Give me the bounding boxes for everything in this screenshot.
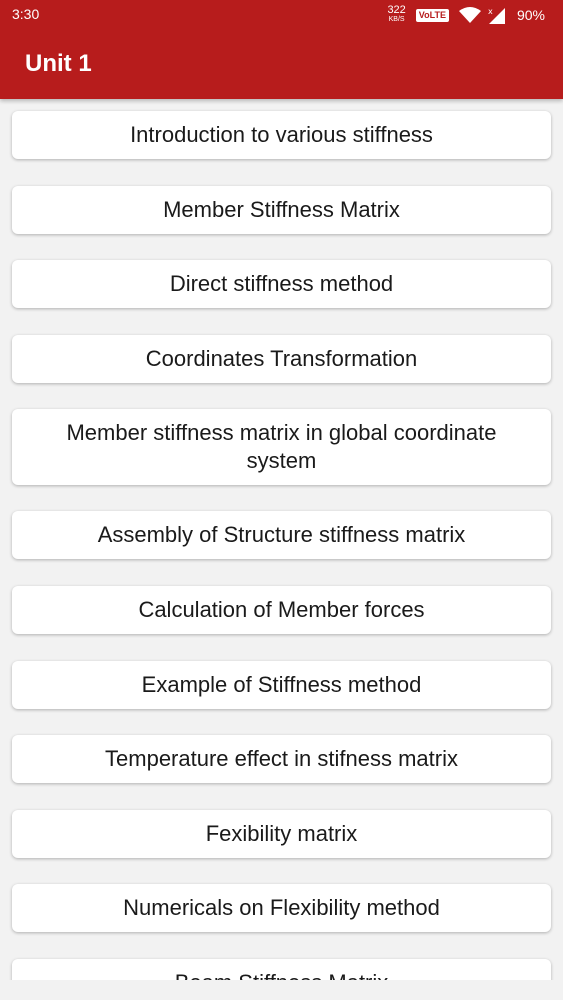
wifi-icon (458, 7, 481, 23)
topic-label: Numericals on Flexibility method (123, 895, 440, 920)
topic-item[interactable]: Calculation of Member forces (12, 586, 551, 634)
bottom-edge (0, 980, 563, 1000)
topic-label: Beam Stiffness Matrix (175, 969, 389, 980)
network-speed-unit: KB/S (388, 16, 405, 23)
cell-signal-icon: x (488, 7, 505, 24)
topic-label: Direct stiffness method (169, 271, 394, 296)
volte-badge: VoLTE (415, 8, 449, 22)
topic-item[interactable]: Member Stiffness Matrix (12, 186, 551, 234)
topic-label: Introduction to various stiffness (130, 122, 433, 147)
topic-item[interactable]: Coordinates Transformation (12, 335, 551, 383)
topic-item[interactable]: Beam Stiffness Matrix (12, 959, 551, 980)
svg-text:x: x (488, 7, 493, 16)
topic-item[interactable]: Temperature effect in stifness matrix (12, 735, 551, 783)
topic-label: Fexibility matrix (205, 821, 358, 846)
topic-label: Member Stiffness Matrix (163, 197, 400, 222)
status-icons: 322 KB/S VoLTE x 90% (387, 3, 545, 27)
network-speed-value: 322 (387, 4, 406, 16)
topic-label: Assembly of Structure stiffness matrix (97, 522, 466, 547)
topic-item[interactable]: Fexibility matrix (12, 810, 551, 858)
network-speed: 322 KB/S (387, 4, 406, 24)
topic-label: Coordinates Transformation (145, 346, 418, 371)
topic-item[interactable]: Assembly of Structure stiffness matrix (12, 511, 551, 559)
topic-list[interactable]: Introduction to various stiffness Member… (0, 99, 563, 980)
topic-item[interactable]: Member stiffness matrix in global coordi… (12, 409, 551, 485)
topic-label: Member stiffness matrix in global coordi… (66, 420, 497, 473)
status-bar: 3:30 322 KB/S VoLTE x 90% (0, 0, 563, 30)
battery-level: 90% (516, 7, 545, 23)
status-time: 3:30 (12, 6, 40, 22)
app-bar: 3:30 322 KB/S VoLTE x 90% Unit 1 (0, 0, 563, 99)
topic-label: Example of Stiffness method (141, 672, 422, 697)
topic-label: Calculation of Member forces (138, 597, 425, 622)
topic-item[interactable]: Introduction to various stiffness (12, 111, 551, 159)
page-title: Unit 1 (25, 50, 92, 77)
topic-item[interactable]: Direct stiffness method (12, 260, 551, 308)
topic-label: Temperature effect in stifness matrix (105, 746, 458, 771)
topic-item[interactable]: Example of Stiffness method (12, 661, 551, 709)
topic-item[interactable]: Numericals on Flexibility method (12, 884, 551, 932)
